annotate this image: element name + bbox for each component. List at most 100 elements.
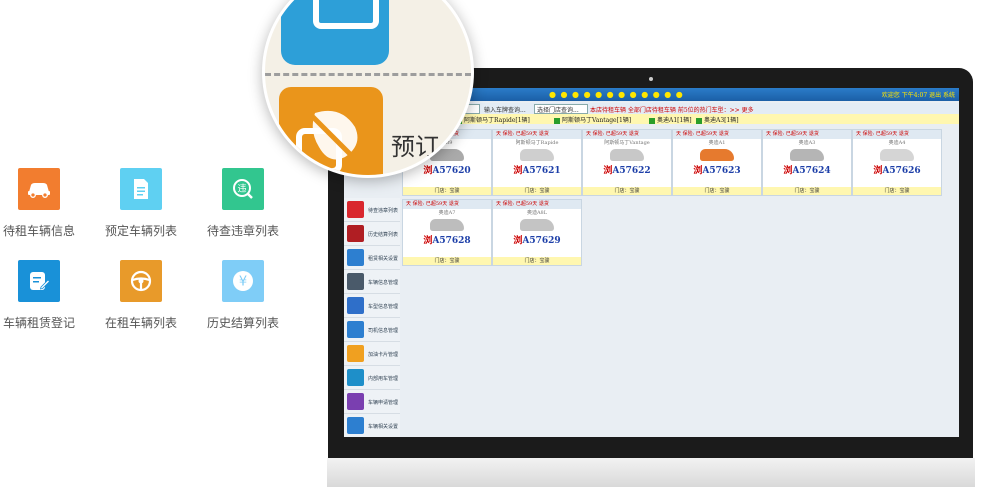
sidebar-item[interactable]: 待查违章列表 — [344, 198, 400, 222]
car-card[interactable]: 天 保险: 已超59天 退货 奥迪A4 浏A57626 门店：宝骏 — [852, 129, 942, 196]
car-footer: 门店：宝骏 — [493, 257, 581, 265]
search-placeholder: 输入车牌查询... — [484, 107, 526, 114]
car-footer: 门店：宝骏 — [673, 187, 761, 195]
hot-model-link[interactable]: 阿斯顿马丁Rapide[1辆] — [456, 115, 530, 124]
hot-model-link[interactable]: 阿斯顿马丁Vantage[1辆] — [554, 115, 631, 124]
car-card[interactable]: 天 保险: 已超59天 退货 奥迪A7 浏A57628 门店：宝骏 — [402, 199, 492, 266]
car-card[interactable]: 天 保险: 已超59天 退货 阿斯顿马丁Rapide 浏A57621 门店：宝骏 — [492, 129, 582, 196]
car-plate: 浏A57628 — [423, 236, 471, 246]
feature-settlement-history[interactable]: ¥ 历史结算列表 — [193, 260, 293, 331]
feature-label: 历史结算列表 — [206, 316, 279, 330]
car-image — [520, 149, 554, 161]
sidebar-item-icon — [347, 369, 364, 386]
car-image — [700, 149, 734, 161]
steering-wheel-icon — [120, 260, 162, 302]
car-image — [880, 149, 914, 161]
sidebar-item[interactable]: 车辆申请管理 — [344, 390, 400, 414]
car-card[interactable]: 天 保险: 已超59天 退货 奥迪A1 浏A57623 门店：宝骏 — [672, 129, 762, 196]
car-model: 奥迪A7 — [438, 210, 456, 216]
car-model: 奥迪A3 — [798, 140, 816, 146]
yen-icon: ¥ — [222, 260, 264, 302]
app-sidebar: 待查违章列表 历史结算列表 租赁相关设置 车辆信息管理 车型信息管理 司机信息管… — [344, 198, 400, 437]
feature-label: 车辆租赁登记 — [2, 316, 75, 330]
car-footer: 门店：宝骏 — [403, 257, 491, 265]
sidebar-item[interactable]: 车辆相关设置 — [344, 414, 400, 437]
car-alert: 天 保险: 已超59天 退货 — [493, 200, 581, 209]
sidebar-item[interactable]: 车辆信息管理 — [344, 270, 400, 294]
car-plate: 浏A57622 — [603, 166, 651, 176]
sidebar-item[interactable]: 租赁相关设置 — [344, 246, 400, 270]
car-plate: 浏A57629 — [513, 236, 561, 246]
car-model: 奥迪A4 — [888, 140, 906, 146]
car-card[interactable]: 天 保险: 已超59天 退货 阿斯顿马丁Vantage 浏A57622 门店：宝… — [582, 129, 672, 196]
sidebar-item-icon — [347, 297, 364, 314]
topbar-toolbar-icons: ● ● ● ● ● ● ● ● ● ● ● ● — [549, 90, 684, 99]
sidebar-item-icon — [347, 417, 364, 434]
booking-icon — [279, 87, 383, 175]
car-tag-icon — [696, 117, 702, 124]
car-plate: 浏A57626 — [873, 166, 921, 176]
car-card[interactable]: 天 保险: 已超59天 退货 奥迪A3 浏A57624 门店：宝骏 — [762, 129, 852, 196]
svg-text:违: 违 — [237, 184, 246, 195]
car-footer: 门店：宝骏 — [763, 187, 851, 195]
feature-violation-list[interactable]: 违 待查违章列表 — [193, 168, 293, 239]
car-icon — [18, 168, 60, 210]
svg-text:¥: ¥ — [239, 275, 247, 290]
sidebar-item-icon — [347, 345, 364, 362]
car-plate: 浏A57623 — [693, 166, 741, 176]
feature-rented-list[interactable]: 在租车辆列表 — [91, 260, 191, 331]
hot-model-link[interactable]: 奥迪A1[1辆] — [649, 115, 692, 124]
feature-label: 在租车辆列表 — [104, 316, 177, 330]
car-model: 奥迪A1 — [708, 140, 726, 146]
sidebar-item[interactable]: 加油卡片管理 — [344, 342, 400, 366]
car-image — [610, 149, 644, 161]
sidebar-item[interactable]: 历史结算列表 — [344, 222, 400, 246]
magnified-label: 预订 — [391, 133, 439, 161]
magnified-blue-tile — [281, 0, 389, 65]
car-alert: 天 保险: 已超59天 退货 — [583, 130, 671, 139]
feature-label: 预定车辆列表 — [104, 224, 177, 238]
car-alert: 天 保险: 已超59天 退货 — [763, 130, 851, 139]
car-alert: 天 保险: 已超59天 退货 — [853, 130, 941, 139]
car-model: 奥迪A8L — [526, 210, 548, 216]
store-placeholder: 选择门店查询... — [537, 107, 579, 114]
topbar-user-info: 欢迎您 下午4:07 退出 系统 — [881, 92, 955, 99]
sidebar-item[interactable]: 司机信息管理 — [344, 318, 400, 342]
feature-label: 待租车辆信息 — [2, 224, 75, 238]
sidebar-item-icon — [347, 321, 364, 338]
car-plate: 浏A57624 — [783, 166, 831, 176]
feature-car-info[interactable]: 待租车辆信息 — [0, 168, 89, 239]
sidebar-item[interactable]: 车型信息管理 — [344, 294, 400, 318]
car-footer: 门店：宝骏 — [583, 187, 671, 195]
car-tag-icon — [554, 117, 560, 124]
magnified-divider — [265, 73, 471, 76]
sidebar-item-icon — [347, 393, 364, 410]
sidebar-item-icon — [347, 225, 364, 242]
sidebar-item[interactable]: 内部用车管理 — [344, 366, 400, 390]
feature-rental-register[interactable]: 车辆租赁登记 — [0, 260, 89, 331]
car-alert: 天 保险: 已超59天 退货 — [403, 200, 491, 209]
car-alert: 天 保险: 已超59天 退货 — [493, 130, 581, 139]
feature-booked-list[interactable]: 预定车辆列表 — [91, 168, 191, 239]
car-image — [790, 149, 824, 161]
edit-form-icon — [18, 260, 60, 302]
hot-notice: 本店待租车辆 全部门店待租车辆 前5位的热门车型：>> 更多 — [590, 107, 754, 114]
car-footer: 门店：宝骏 — [493, 187, 581, 195]
sidebar-item-icon — [347, 273, 364, 290]
car-model: 阿斯顿马丁Vantage — [604, 140, 650, 146]
monitor-stand — [327, 458, 975, 487]
car-card[interactable]: 天 保险: 已超59天 退货 奥迪A8L 浏A57629 门店：宝骏 — [492, 199, 582, 266]
violation-search-icon: 违 — [222, 168, 264, 210]
car-footer: 门店：宝骏 — [403, 187, 491, 195]
document-icon — [120, 168, 162, 210]
car-footer: 门店：宝骏 — [853, 187, 941, 195]
sidebar-item-icon — [347, 201, 364, 218]
sidebar-item-icon — [347, 249, 364, 266]
car-model: 阿斯顿马丁Rapide — [515, 140, 559, 146]
car-tag-icon — [649, 117, 655, 124]
car-image — [430, 219, 464, 231]
feature-label: 待查违章列表 — [206, 224, 279, 238]
hot-model-link[interactable]: 奥迪A3[1辆] — [696, 115, 739, 124]
car-alert: 天 保险: 已超59天 退货 — [673, 130, 761, 139]
car-image — [520, 219, 554, 231]
